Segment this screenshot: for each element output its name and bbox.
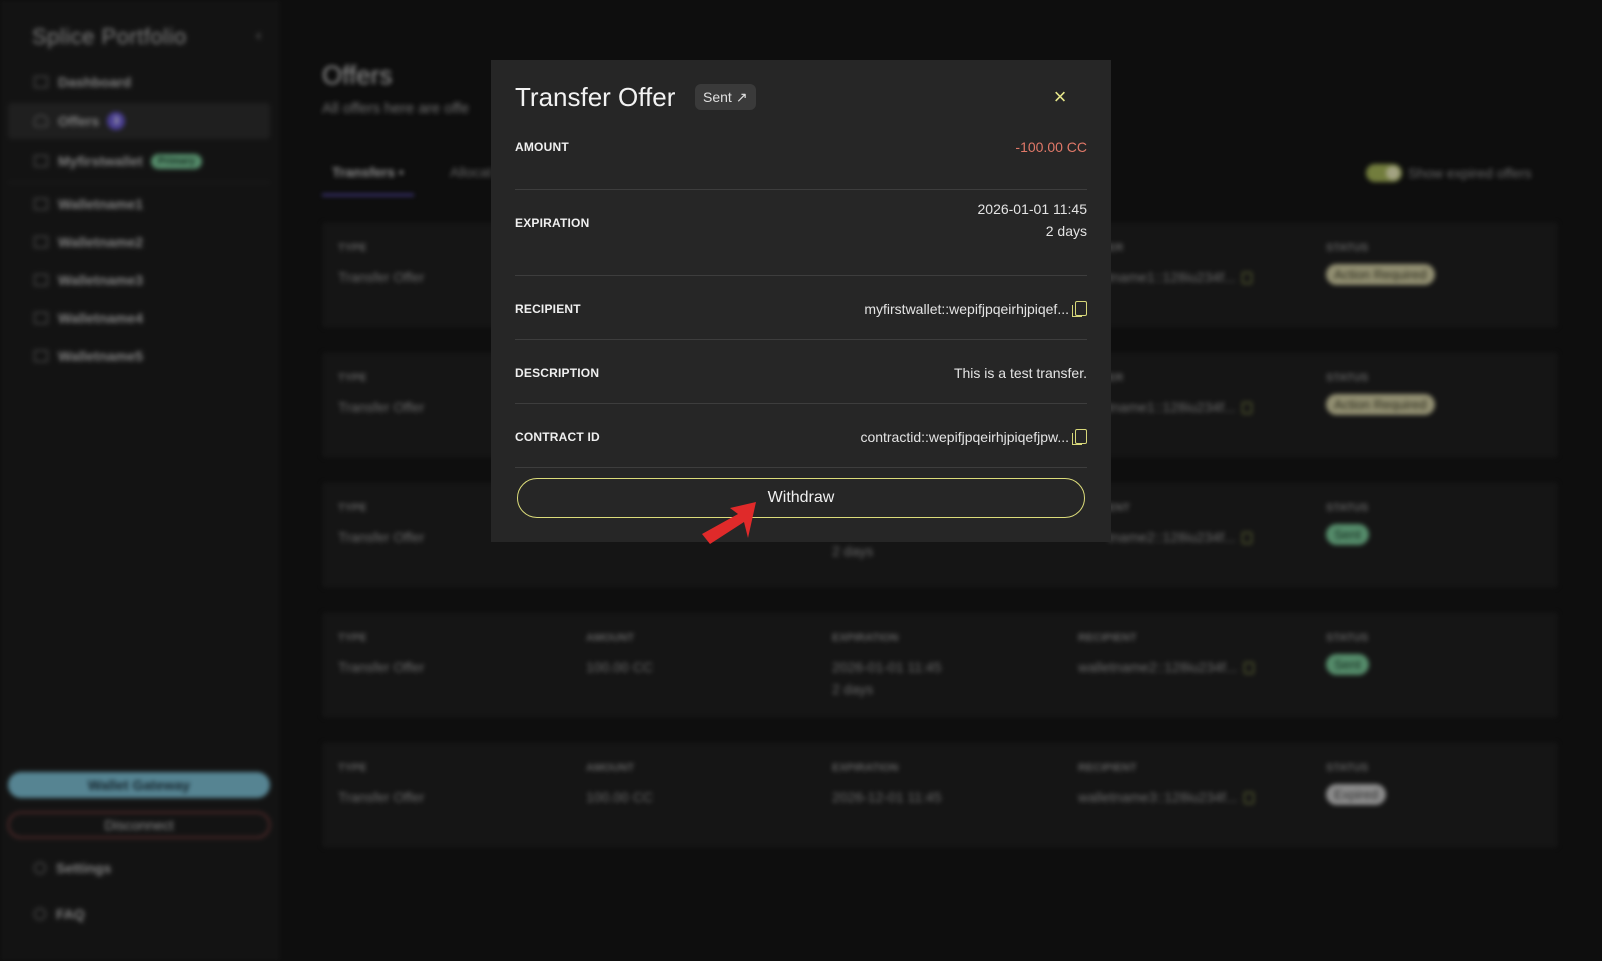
copy-icon[interactable] (1072, 301, 1087, 317)
status-badge: Sent ↗ (695, 84, 756, 110)
recipient-label: RECIPIENT (515, 302, 581, 316)
transfer-offer-modal: Transfer Offer Sent ↗ × AMOUNT -100.00 C… (491, 60, 1111, 542)
amount-value: -100.00 CC (1015, 139, 1087, 155)
recipient-row: RECIPIENT myfirstwallet::wepifjpqeirhjpi… (515, 276, 1087, 340)
close-icon[interactable]: × (1049, 86, 1071, 108)
description-label: DESCRIPTION (515, 366, 600, 380)
contract-id-label: CONTRACT ID (515, 430, 600, 444)
recipient-value: myfirstwallet::wepifjpqeirhjpiqef... (864, 301, 1069, 317)
app-root: Splice Portfolio ‹ Dashboard Offers 3 My… (0, 0, 1602, 961)
copy-icon[interactable] (1072, 429, 1087, 445)
amount-row: AMOUNT -100.00 CC (515, 136, 1087, 190)
withdraw-button[interactable]: Withdraw (517, 478, 1085, 518)
arrow-up-right-icon: ↗ (735, 88, 748, 105)
expiration-relative: 2 days (1045, 223, 1087, 239)
pointer-arrow-icon (702, 502, 756, 544)
expiration-date: 2026-01-01 11:45 (977, 201, 1088, 217)
description-row: DESCRIPTION This is a test transfer. (515, 340, 1087, 404)
status-badge-label: Sent (703, 89, 732, 105)
expiration-label: EXPIRATION (515, 216, 590, 230)
contract-id-row: CONTRACT ID contractid::wepifjpqeirhjpiq… (515, 404, 1087, 468)
description-value: This is a test transfer. (953, 365, 1087, 381)
modal-title: Transfer Offer (515, 82, 676, 112)
amount-label: AMOUNT (515, 140, 569, 154)
expiration-row: EXPIRATION 2026-01-01 11:45 2 days (515, 190, 1087, 276)
contract-id-value: contractid::wepifjpqeirhjpiqefjpw... (860, 429, 1069, 445)
